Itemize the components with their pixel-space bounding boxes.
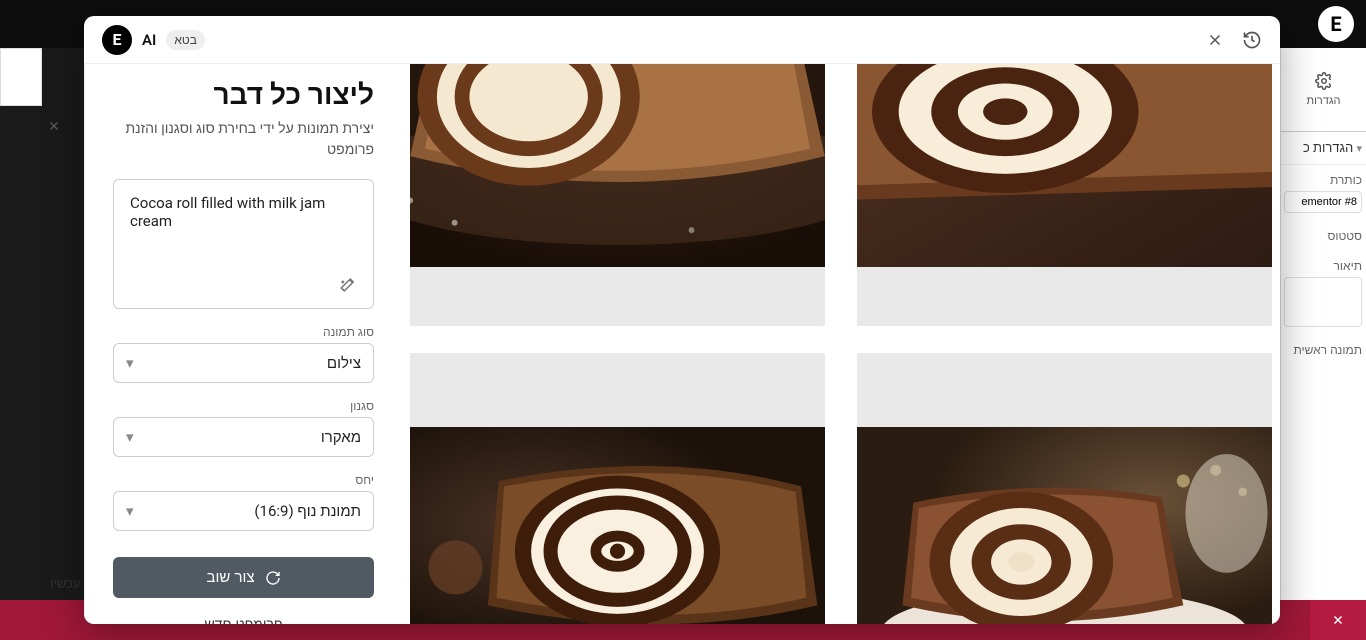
prompt-text[interactable]: Cocoa roll filled with milk jam cream [130,194,357,258]
generate-again-button[interactable]: צור שוב [113,557,374,598]
result-card[interactable] [410,353,825,624]
ratio-select[interactable]: תמונת נוף (16:9) ▾ [113,491,374,531]
ai-brand-logo: E [102,25,132,55]
settings-tab-label: הגדרות [1306,94,1340,107]
settings-tab[interactable]: הגדרות [1281,48,1366,132]
close-icon [1206,31,1224,49]
chevron-down-icon: ▾ [126,354,134,372]
result-card[interactable] [410,64,825,326]
close-icon [1331,613,1345,627]
image-type-value: צילום [327,354,361,372]
generated-image [857,427,1272,624]
close-icon [47,119,61,133]
modal-subtitle: יצירת תמונות על ידי בחירת סוג וסגנון והז… [113,119,374,161]
ratio-value: תמונת נוף (16:9) [254,502,361,520]
history-icon [1242,30,1262,50]
close-modal-button[interactable] [1206,31,1224,49]
dismiss-notice-button[interactable] [1310,600,1366,640]
status-field-label: סטטוס [1327,229,1362,243]
beta-badge: בטא [166,30,205,50]
close-side-panel-button[interactable] [38,110,70,142]
result-card[interactable]: השתמש בתמונה [857,353,1272,624]
style-select[interactable]: מאקרו ▾ [113,417,374,457]
panel-section-toggle[interactable]: ▾ הגדרות כ [1281,132,1366,165]
modal-title: ליצור כל דבר [113,78,374,111]
generated-image [857,64,1272,267]
title-input[interactable] [1284,191,1362,213]
desc-input[interactable] [1284,277,1362,327]
generate-again-label: צור שוב [206,569,254,586]
featured-field-label: תמונה ראשית [1293,343,1362,357]
chevron-down-icon: ▾ [126,428,134,446]
image-type-label: סוג תמונה [113,325,374,339]
chevron-down-icon: ▾ [126,502,134,520]
ai-label: AI [142,31,156,49]
desc-field-label: תיאור [1334,259,1362,273]
new-prompt-button[interactable]: פרומפט חדש [113,616,374,624]
panel-section-label: הגדרות כ [1303,141,1353,156]
generated-image [410,427,825,624]
ai-image-modal: E AI בטא ליצור כל דבר יצירת תמונות על יד… [84,16,1280,624]
enhance-prompt-button[interactable] [339,276,357,298]
prompt-box[interactable]: Cocoa roll filled with milk jam cream [113,179,374,309]
refresh-icon [265,570,281,586]
image-type-select[interactable]: צילום ▾ [113,343,374,383]
new-prompt-label: פרומפט חדש [204,616,282,624]
ratio-label: יחס [113,473,374,487]
elementor-logo[interactable]: E [1318,6,1354,42]
title-field-label: כותרת [1330,173,1362,187]
history-button[interactable] [1242,30,1262,50]
gear-icon [1315,72,1333,90]
style-label: סגנון [113,399,374,413]
result-card[interactable] [857,64,1272,326]
wand-icon [339,276,357,294]
generated-image [410,64,825,267]
background-action-button[interactable]: עכשיו [50,577,80,592]
elementor-logo-glyph: E [1330,12,1341,36]
generation-sidebar: ליצור כל דבר יצירת תמונות על ידי בחירת ס… [84,64,402,624]
editor-side-panel: הגדרות ▾ הגדרות כ כותרת סטטוס תיאור תמונ… [1280,48,1366,640]
results-gallery: השתמש בתמונה [402,64,1280,624]
style-value: מאקרו [321,428,361,446]
left-strip-panel [0,48,42,106]
